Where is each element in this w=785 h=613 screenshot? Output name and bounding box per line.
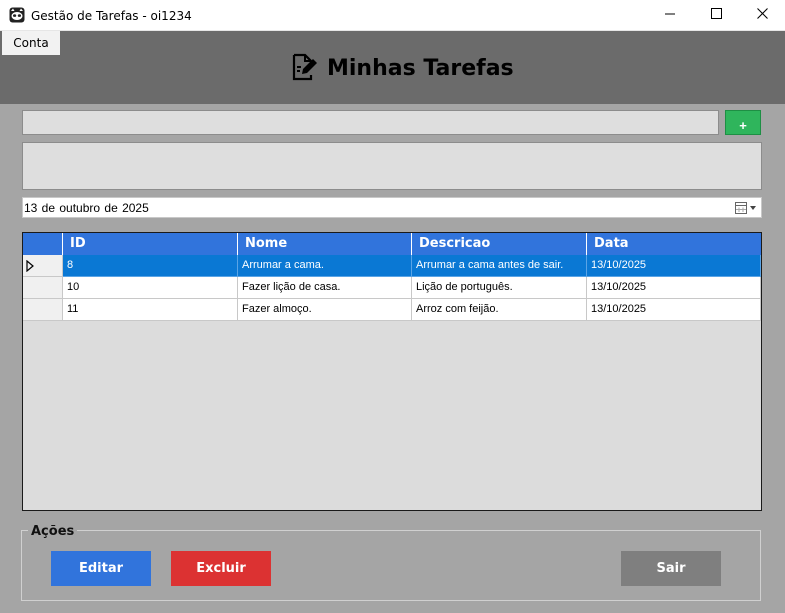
date-value: 13 de outubro de 2025 <box>24 201 149 215</box>
cell-data[interactable]: 13/10/2025 <box>587 277 761 299</box>
cell-descricao[interactable]: Arroz com feijão. <box>412 299 587 321</box>
column-header-id[interactable]: ID <box>63 233 238 255</box>
calendar-icon[interactable] <box>734 201 758 215</box>
header-band: Conta Minhas Tarefas <box>0 31 785 104</box>
page-title: Minhas Tarefas <box>327 55 514 81</box>
window-title: Gestão de Tarefas - oi1234 <box>31 9 192 23</box>
row-header-corner <box>23 233 63 255</box>
task-description-input[interactable] <box>22 142 762 190</box>
menu-item-conta[interactable]: Conta <box>2 31 60 55</box>
row-header[interactable] <box>23 255 63 277</box>
table-row[interactable]: 11 Fazer almoço. Arroz com feijão. 13/10… <box>23 299 761 321</box>
table-row[interactable]: 8 Arrumar a cama. Arrumar a cama antes d… <box>23 255 761 277</box>
add-task-button[interactable]: + <box>725 110 761 135</box>
maximize-button[interactable] <box>693 0 739 30</box>
exit-button[interactable]: Sair <box>621 551 721 586</box>
row-header[interactable] <box>23 277 63 299</box>
table-row[interactable]: 10 Fazer lição de casa. Lição de portugu… <box>23 277 761 299</box>
cell-descricao[interactable]: Arrumar a cama antes de sair. <box>412 255 587 277</box>
tasks-grid[interactable]: ID Nome Descricao Data 8 Arrumar a cama.… <box>22 232 762 511</box>
cell-data[interactable]: 13/10/2025 <box>587 255 761 277</box>
grid-header: ID Nome Descricao Data <box>23 233 761 255</box>
task-title-input[interactable] <box>22 110 719 135</box>
page-heading: Minhas Tarefas <box>290 53 514 83</box>
cell-id[interactable]: 11 <box>63 299 238 321</box>
cell-nome[interactable]: Arrumar a cama. <box>238 255 412 277</box>
cell-nome[interactable]: Fazer lição de casa. <box>238 277 412 299</box>
close-button[interactable] <box>739 0 785 30</box>
cell-descricao[interactable]: Lição de português. <box>412 277 587 299</box>
date-picker[interactable]: 13 de outubro de 2025 <box>22 197 762 218</box>
edit-document-icon <box>290 53 318 84</box>
minimize-icon <box>664 8 676 22</box>
column-header-descricao[interactable]: Descricao <box>412 233 587 255</box>
minimize-button[interactable] <box>647 0 693 30</box>
title-bar: Gestão de Tarefas - oi1234 <box>0 0 785 31</box>
cell-id[interactable]: 10 <box>63 277 238 299</box>
column-header-nome[interactable]: Nome <box>238 233 412 255</box>
row-header[interactable] <box>23 299 63 321</box>
main-window: Conta Minhas Tarefas + 13 de outubro de … <box>0 31 785 613</box>
maximize-icon <box>710 8 722 22</box>
edit-button[interactable]: Editar <box>51 551 151 586</box>
app-icon <box>9 7 25 23</box>
cell-data[interactable]: 13/10/2025 <box>587 299 761 321</box>
cell-nome[interactable]: Fazer almoço. <box>238 299 412 321</box>
cell-id[interactable]: 8 <box>63 255 238 277</box>
delete-button[interactable]: Excluir <box>171 551 271 586</box>
close-icon <box>756 8 768 22</box>
actions-group-label: Ações <box>28 524 78 539</box>
column-header-data[interactable]: Data <box>587 233 761 255</box>
current-row-arrow-icon <box>26 259 35 275</box>
